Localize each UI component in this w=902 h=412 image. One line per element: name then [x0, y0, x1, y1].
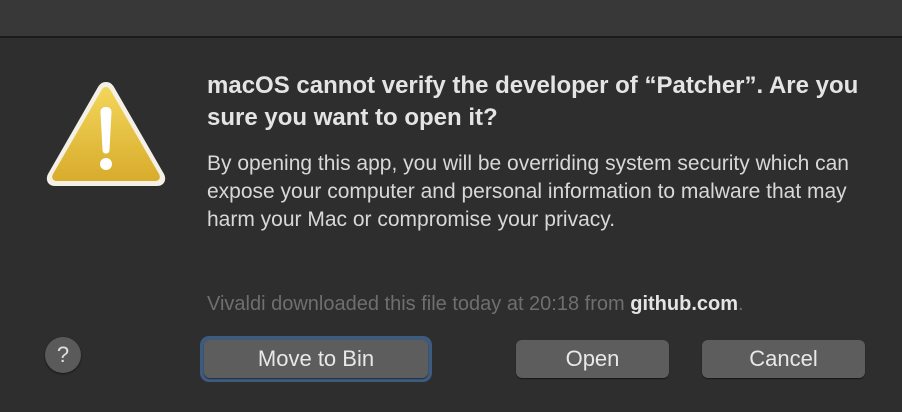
- security-dialog: macOS cannot verify the developer of “Pa…: [0, 0, 902, 412]
- download-source-period: .: [738, 293, 744, 315]
- dialog-title: macOS cannot verify the developer of “Pa…: [207, 72, 859, 131]
- download-source-domain: github.com: [630, 293, 738, 315]
- move-to-bin-button[interactable]: Move to Bin: [204, 340, 428, 378]
- download-source-text: Vivaldi downloaded this file today at 20…: [207, 293, 631, 315]
- window-titlebar: [0, 0, 902, 38]
- download-source-line: Vivaldi downloaded this file today at 20…: [207, 290, 887, 318]
- help-button[interactable]: ?: [45, 337, 81, 373]
- open-button[interactable]: Open: [516, 340, 669, 378]
- dialog-message: By opening this app, you will be overrid…: [207, 152, 849, 231]
- cancel-button[interactable]: Cancel: [702, 340, 865, 378]
- warning-triangle-icon: [46, 82, 166, 186]
